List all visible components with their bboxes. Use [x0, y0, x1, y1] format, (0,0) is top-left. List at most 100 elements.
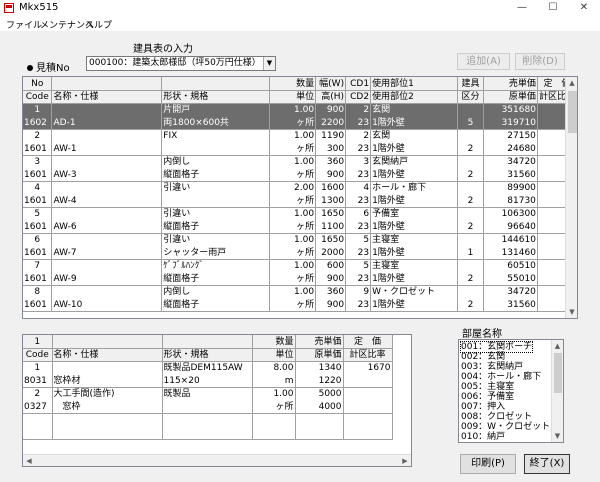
grid-cell[interactable]: ヶ所	[269, 246, 317, 260]
table-row[interactable]: 2 大工手間(造作) 既製品 1.00 5000	[23, 387, 393, 400]
table-row[interactable]: 1602 AD-1 両1800×600共 ヶ所 2200 23 1階外壁 5 319710	[23, 116, 577, 130]
grid-cell[interactable]: 1.00	[269, 207, 317, 220]
grid-cell[interactable]: 1602	[23, 116, 53, 130]
grid-cell[interactable]: 5	[23, 207, 53, 220]
print-button[interactable]: 印刷(P)	[460, 454, 516, 474]
maximize-button[interactable]: ☐	[538, 0, 568, 17]
minimize-button[interactable]: —	[507, 0, 537, 17]
grid-cell[interactable]: 1	[457, 246, 484, 260]
grid-cell[interactable]: 2	[457, 168, 484, 182]
scroll-down-icon[interactable]: ▼	[566, 306, 577, 318]
grid-cell[interactable]: 1階外壁	[370, 116, 458, 130]
table-row[interactable]: No 数量 幅(W) CD1 使用部位1 建具 売単価定 価	[23, 77, 577, 91]
grid-cell[interactable]: 縦面格子	[161, 272, 271, 286]
grid-cell[interactable]: AD-1	[51, 116, 163, 130]
grid-cell[interactable]: 89900	[483, 181, 538, 194]
grid-cell[interactable]: 2	[457, 220, 484, 234]
grid-cell[interactable]	[52, 361, 163, 374]
table-row[interactable]: 1 片開戸 1.00 900 2 玄関 351680	[23, 103, 577, 116]
scroll-thumb[interactable]	[568, 91, 577, 133]
grid-cell[interactable]: 1階外壁	[370, 246, 458, 260]
grid-cell[interactable]: 900	[315, 168, 347, 182]
header-cell[interactable]	[52, 335, 163, 349]
grid-cell[interactable]: 窓枠材	[52, 374, 163, 388]
grid-cell[interactable]	[457, 155, 484, 168]
grid-cell[interactable]: 2	[23, 129, 53, 142]
grid-cell[interactable]	[252, 413, 296, 440]
table-row[interactable]: 7 ｹﾞﾌﾞﾙﾊﾝｸﾞ 1.00 600 5 主寝室 60510	[23, 259, 577, 272]
grid-cell[interactable]: 23	[345, 220, 372, 234]
mitsumori-select[interactable]: 000100：建築太郎様邸（坪50万円仕様） ▼	[86, 56, 276, 71]
table-row[interactable]	[23, 413, 393, 440]
grid-cell[interactable]	[51, 129, 163, 142]
header-cell[interactable]: 定 価	[343, 335, 393, 349]
grid-cell[interactable]: 大工手間(造作)	[52, 387, 163, 400]
table-row[interactable]: 1601 AW-4 ヶ所 1300 23 1階外壁 2 81730	[23, 194, 577, 208]
grid-cell[interactable]: 窓枠	[52, 400, 163, 414]
grid-cell[interactable]: 主寝室	[370, 259, 458, 272]
grid-cell[interactable]	[343, 374, 393, 388]
room-list-item[interactable]: 004：ホール・廊下	[461, 372, 541, 382]
grid-cell[interactable]: 34720	[483, 155, 538, 168]
grid-cell[interactable]: 8	[23, 285, 53, 298]
grid-cell[interactable]	[51, 207, 163, 220]
grid-cell[interactable]: 主寝室	[370, 233, 458, 246]
table-row[interactable]: 0327 窓枠 ヶ所 4000	[23, 400, 393, 414]
grid-cell[interactable]: 1340	[295, 361, 344, 374]
grid-cell[interactable]: 3	[23, 155, 53, 168]
grid-cell[interactable]: 4	[345, 181, 372, 194]
grid-cell[interactable]: 7	[23, 259, 53, 272]
grid-cell[interactable]: 1	[23, 361, 53, 374]
grid-cell[interactable]: 23	[345, 194, 372, 208]
grid-cell[interactable]: 1650	[315, 233, 347, 246]
grid-cell[interactable]: 8.00	[252, 361, 296, 374]
grid-cell[interactable]: 300	[315, 142, 347, 156]
grid-cell[interactable]: AW-4	[51, 194, 163, 208]
grid-cell[interactable]: 1220	[295, 374, 344, 388]
grid-cell[interactable]: 既製品DEM115AW	[162, 361, 253, 374]
grid-cell[interactable]: 4	[23, 181, 53, 194]
grid-cell[interactable]: 115×20	[162, 374, 253, 388]
header-cell[interactable]: 区分	[457, 90, 484, 104]
grid-cell[interactable]: ヶ所	[269, 220, 317, 234]
room-list-item[interactable]: 008：クロゼット	[461, 412, 532, 422]
header-cell[interactable]: 単位	[252, 348, 296, 362]
header-cell[interactable]: CD2	[345, 90, 372, 104]
scroll-left-icon[interactable]: ◀	[23, 455, 35, 466]
main-grid[interactable]: No 数量 幅(W) CD1 使用部位1 建具 売単価定 価 Code 名称・仕様 形状・規格 単位…	[22, 76, 578, 319]
table-row[interactable]: 5 引違い 1.00 1650 6 予備室 106300	[23, 207, 577, 220]
grid-cell[interactable]: 縦面格子	[161, 168, 271, 182]
grid-cell[interactable]: 900	[315, 272, 347, 286]
grid-cell[interactable]	[457, 259, 484, 272]
table-row[interactable]: 8031 窓枠材 115×20 m 1220	[23, 374, 393, 388]
grid-cell[interactable]	[51, 285, 163, 298]
delete-button[interactable]: 削除(D)	[515, 53, 565, 70]
sub-horizontal-scrollbar[interactable]: ◀ ▶	[23, 454, 411, 466]
table-row[interactable]: 3 内倒し 1.00 360 3 玄関納戸 34720	[23, 155, 577, 168]
grid-cell[interactable]: 0327	[23, 400, 53, 414]
grid-cell[interactable]: W・クロゼット	[370, 285, 458, 298]
grid-cell[interactable]: 27150	[483, 129, 538, 142]
header-cell[interactable]: 数量	[269, 77, 317, 91]
grid-cell[interactable]: 1階外壁	[370, 220, 458, 234]
grid-cell[interactable]: ホール・廊下	[370, 181, 458, 194]
table-row[interactable]: 1601 AW-6 縦面格子 ヶ所 1100 23 1階外壁 2 96640	[23, 220, 577, 234]
grid-cell[interactable]: 131460	[483, 246, 538, 260]
grid-cell[interactable]	[51, 155, 163, 168]
grid-cell[interactable]: 31560	[483, 298, 538, 312]
header-cell[interactable]	[51, 77, 163, 91]
chevron-down-icon[interactable]: ▼	[263, 57, 275, 70]
grid-cell[interactable]: 23	[345, 116, 372, 130]
grid-cell[interactable]: 内倒し	[161, 155, 271, 168]
grid-cell[interactable]: 1300	[315, 194, 347, 208]
grid-cell[interactable]: 2	[457, 298, 484, 312]
scroll-up-icon[interactable]: ▲	[566, 77, 577, 89]
header-cell[interactable]: 幅(W)	[315, 77, 347, 91]
header-cell[interactable]: 名称・仕様	[52, 348, 163, 362]
header-cell[interactable]: 売単価	[483, 77, 538, 91]
grid-cell[interactable]	[161, 194, 271, 208]
grid-cell[interactable]: 1.00	[269, 129, 317, 142]
grid-cell[interactable]: ヶ所	[269, 272, 317, 286]
grid-cell[interactable]: シャッター雨戸	[161, 246, 271, 260]
grid-cell[interactable]: 351680	[483, 103, 538, 116]
